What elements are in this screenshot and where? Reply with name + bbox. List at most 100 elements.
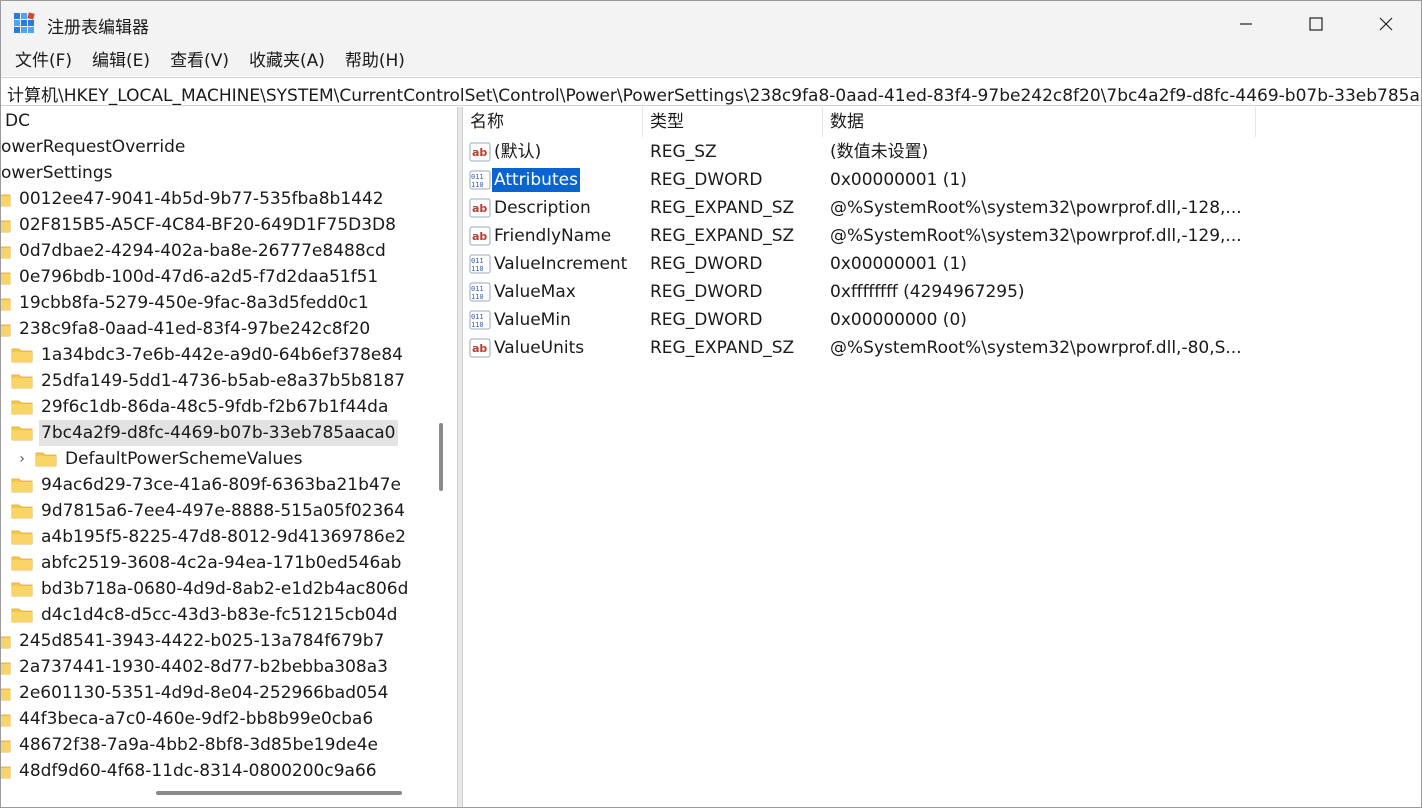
string-value-icon: ab xyxy=(469,198,491,218)
tree-item[interactable]: 48672f38-7a9a-4bb2-8bf8-3d85be19de4e xyxy=(1,732,380,758)
tree-vertical-scroll-thumb[interactable] xyxy=(439,423,443,491)
tree-item[interactable]: 2e601130-5351-4d9d-8e04-252966bad054 xyxy=(1,680,390,706)
value-list-pane[interactable]: 名称 类型 数据 ab (默认) REG_SZ (数值未设置) 011 110 Attrib… xyxy=(463,107,1421,807)
column-header-name[interactable]: 名称 xyxy=(463,107,643,137)
value-data: @%SystemRoot%\system32\powrprof.dll,-128… xyxy=(830,198,1242,218)
value-row[interactable]: 011 110 Attributes REG_DWORD 0x00000001 (1) xyxy=(463,166,1421,194)
tree-item-label: a4b195f5-8225-47d8-8012-9d41369786e2 xyxy=(41,527,406,547)
tree-item-label: 1a34bdc3-7e6b-442e-a9d0-64b6ef378e84 xyxy=(41,345,403,365)
tree-horizontal-scrollbar[interactable] xyxy=(1,779,457,807)
folder-icon xyxy=(11,425,33,441)
menu-help[interactable]: 帮助(H) xyxy=(335,46,415,76)
tree-horizontal-scroll-thumb[interactable] xyxy=(156,791,402,795)
tree-item[interactable]: DC xyxy=(3,108,32,134)
svg-text:011: 011 xyxy=(471,173,484,181)
address-path[interactable]: 计算机\HKEY_LOCAL_MACHINE\SYSTEM\CurrentCon… xyxy=(7,81,1421,105)
value-row[interactable]: ab FriendlyName REG_EXPAND_SZ @%SystemRoot%… xyxy=(463,222,1421,250)
tree-item-label: 19cbb8fa-5279-450e-9fac-8a3d5fedd0c1 xyxy=(19,293,369,313)
expand-chevron-icon[interactable]: › xyxy=(13,446,31,472)
key-tree-pane[interactable]: DC owerRequestOverride owerSettings 0012ee4… xyxy=(1,107,457,807)
value-row[interactable]: 011 110 ValueIncrement REG_DWORD 0x00000001 … xyxy=(463,250,1421,278)
maximize-button[interactable] xyxy=(1281,1,1351,46)
value-row[interactable]: ab Description REG_EXPAND_SZ @%SystemRoot%\… xyxy=(463,194,1421,222)
tree-item[interactable]: 1a34bdc3-7e6b-442e-a9d0-64b6ef378e84 xyxy=(11,342,405,368)
tree-item-label: 245d8541-3943-4422-b025-13a784f679b7 xyxy=(19,631,385,651)
window-title: 注册表编辑器 xyxy=(47,18,149,38)
minimize-icon xyxy=(1240,22,1252,25)
tree-item[interactable]: 94ac6d29-73ce-41a6-809f-6363ba21b47e xyxy=(11,472,403,498)
value-row[interactable]: 011 110 ValueMin REG_DWORD 0x00000000 (0) xyxy=(463,306,1421,334)
value-name[interactable]: Attributes xyxy=(492,168,580,192)
tree-item[interactable]: 44f3beca-a7c0-460e-9df2-bb8b99e0cba6 xyxy=(1,706,375,732)
menu-favorites[interactable]: 收藏夹(A) xyxy=(239,46,335,76)
string-value-icon: ab xyxy=(469,338,491,358)
folder-icon xyxy=(1,633,11,649)
value-data: @%SystemRoot%\system32\powrprof.dll,-80,… xyxy=(830,338,1242,358)
tree-vertical-scrollbar[interactable] xyxy=(429,107,457,779)
value-row[interactable]: 011 110 ValueMax REG_DWORD 0xffffffff (42949… xyxy=(463,278,1421,306)
tree-item-label: bd3b718a-0680-4d9d-8ab2-e1d2b4ac806d xyxy=(41,579,409,599)
tree-item-label: 0d7dbae2-4294-402a-ba8e-26777e8488cd xyxy=(19,241,386,261)
column-header-type[interactable]: 类型 xyxy=(643,107,823,137)
tree-item[interactable]: owerRequestOverride xyxy=(1,134,187,160)
value-name[interactable]: ValueUnits xyxy=(492,336,586,360)
value-name[interactable]: (默认) xyxy=(492,140,543,164)
value-data: 0x00000001 (1) xyxy=(830,170,967,190)
tree-item[interactable]: 9d7815a6-7ee4-497e-8888-515a05f02364 xyxy=(11,498,407,524)
tree-item[interactable]: 19cbb8fa-5279-450e-9fac-8a3d5fedd0c1 xyxy=(1,290,371,316)
tree-item[interactable]: 0012ee47-9041-4b5d-9b77-535fba8b1442 xyxy=(1,186,386,212)
folder-icon xyxy=(35,451,57,467)
address-bar[interactable]: 计算机\HKEY_LOCAL_MACHINE\SYSTEM\CurrentCon… xyxy=(1,77,1421,106)
tree-item-label: 238c9fa8-0aad-41ed-83f4-97be242c8f20 xyxy=(19,319,371,339)
tree-item[interactable]: 238c9fa8-0aad-41ed-83f4-97be242c8f20 xyxy=(1,316,372,342)
tree-item[interactable]: owerSettings xyxy=(1,160,114,186)
tree-item[interactable]: 25dfa149-5dd1-4736-b5ab-e8a37b5b8187 xyxy=(11,368,407,394)
menu-file[interactable]: 文件(F) xyxy=(5,46,82,76)
tree-item[interactable]: 0d7dbae2-4294-402a-ba8e-26777e8488cd xyxy=(1,238,388,264)
folder-icon xyxy=(11,399,33,415)
value-type: REG_EXPAND_SZ xyxy=(650,198,795,218)
value-name[interactable]: ValueMin xyxy=(492,308,573,332)
close-button[interactable] xyxy=(1351,1,1421,46)
value-type: REG_EXPAND_SZ xyxy=(650,226,795,246)
folder-icon xyxy=(1,321,11,337)
tree-item-label: owerSettings xyxy=(1,163,113,183)
tree-item[interactable]: abfc2519-3608-4c2a-94ea-171b0ed546ab xyxy=(11,550,403,576)
value-name[interactable]: Description xyxy=(492,196,593,220)
value-type: REG_DWORD xyxy=(650,254,763,274)
dword-value-icon: 011 110 xyxy=(469,282,491,302)
tree-item[interactable]: 02F815B5-A5CF-4C84-BF20-649D1F75D3D8 xyxy=(1,212,398,238)
column-header-data[interactable]: 数据 xyxy=(823,107,1256,137)
value-row[interactable]: ab (默认) REG_SZ (数值未设置) xyxy=(463,138,1421,166)
value-type: REG_DWORD xyxy=(650,310,763,330)
title-bar[interactable]: 注册表编辑器 xyxy=(1,1,1421,46)
tree-item-label: 2e601130-5351-4d9d-8e04-252966bad054 xyxy=(19,683,389,703)
menu-edit[interactable]: 编辑(E) xyxy=(82,46,160,76)
tree-item-label: DefaultPowerSchemeValues xyxy=(65,449,303,469)
svg-text:011: 011 xyxy=(471,257,484,265)
folder-icon xyxy=(11,607,33,623)
svg-text:110: 110 xyxy=(471,181,484,189)
menu-view[interactable]: 查看(V) xyxy=(160,46,239,76)
folder-icon xyxy=(11,555,33,571)
tree-item[interactable]: 29f6c1db-86da-48c5-9fdb-f2b67b1f44da xyxy=(11,394,390,420)
minimize-button[interactable] xyxy=(1211,1,1281,46)
tree-item[interactable]: › DefaultPowerSchemeValues xyxy=(13,446,304,472)
value-name[interactable]: FriendlyName xyxy=(492,224,613,248)
tree-item[interactable]: 0e796bdb-100d-47d6-a2d5-f7d2daa51f51 xyxy=(1,264,380,290)
value-name[interactable]: ValueMax xyxy=(492,280,578,304)
folder-icon xyxy=(1,217,11,233)
svg-text:110: 110 xyxy=(471,293,484,301)
value-name[interactable]: ValueIncrement xyxy=(492,252,629,276)
value-row[interactable]: ab ValueUnits REG_EXPAND_SZ @%SystemRoot%\s… xyxy=(463,334,1421,362)
tree-item[interactable]: 245d8541-3943-4422-b025-13a784f679b7 xyxy=(1,628,386,654)
tree-item[interactable]: a4b195f5-8225-47d8-8012-9d41369786e2 xyxy=(11,524,408,550)
tree-item-label: 7bc4a2f9-d8fc-4469-b07b-33eb785aaca0 xyxy=(39,420,398,446)
tree-item[interactable]: bd3b718a-0680-4d9d-8ab2-e1d2b4ac806d xyxy=(11,576,410,602)
svg-text:110: 110 xyxy=(471,321,484,329)
tree-item[interactable]: d4c1d4c8-d5cc-43d3-b83e-fc51215cb04d xyxy=(11,602,399,628)
tree-item-selected[interactable]: 7bc4a2f9-d8fc-4469-b07b-33eb785aaca0 xyxy=(11,420,398,446)
dword-value-icon: 011 110 xyxy=(469,170,491,190)
string-value-icon: ab xyxy=(469,226,491,246)
tree-item[interactable]: 2a737441-1930-4402-8d77-b2bebba308a3 xyxy=(1,654,390,680)
